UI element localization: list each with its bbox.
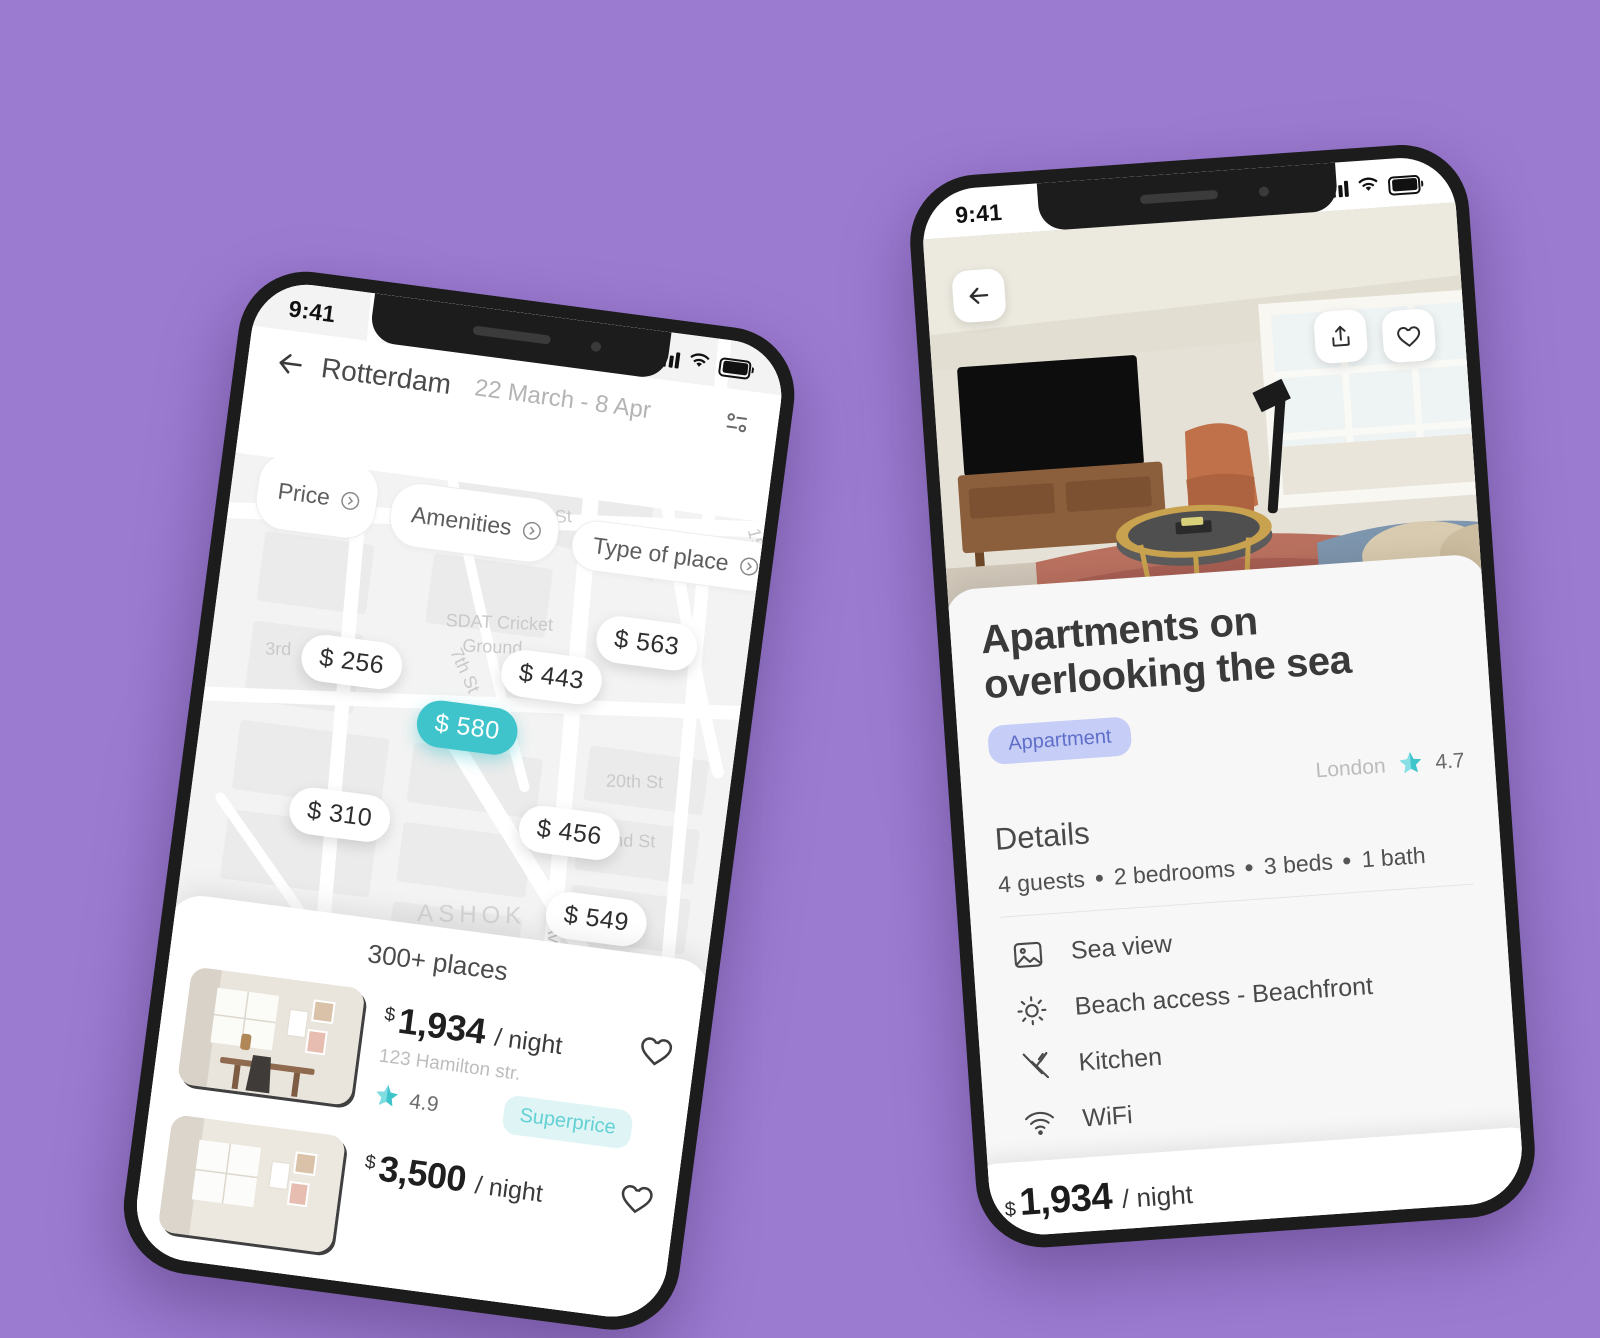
currency-symbol: $	[383, 1003, 397, 1027]
status-icons	[1324, 173, 1421, 202]
map-street-label: 3rd	[265, 638, 292, 660]
wifi-icon	[1357, 176, 1380, 199]
chip-label: Price	[276, 477, 332, 511]
favorite-button[interactable]	[1381, 308, 1437, 364]
map-street-label: 5th Avenue	[747, 657, 769, 748]
amenity-label: Kitchen	[1077, 1042, 1163, 1077]
price-value: 1,934	[1018, 1175, 1114, 1225]
listing-price: $ 3,500 / night	[362, 1146, 598, 1218]
heart-icon[interactable]	[635, 1029, 678, 1072]
currency-symbol: $	[1004, 1198, 1017, 1222]
price-unit: / night	[492, 1023, 565, 1061]
phone-left-map: 13th St 15th St SDAT Cricket Ground 3rd …	[115, 263, 803, 1338]
earpiece-speaker	[472, 325, 551, 345]
price-value: 3,500	[376, 1147, 469, 1200]
left-screen: 13th St 15th St SDAT Cricket Ground 3rd …	[130, 278, 789, 1324]
chevron-right-circle-icon	[520, 518, 545, 543]
sun-icon	[1014, 992, 1050, 1028]
cutlery-icon	[1018, 1048, 1054, 1084]
results-sheet: 300+ places $ 1,934 / night 123 Hamilton…	[130, 891, 714, 1324]
image-icon	[1010, 936, 1046, 972]
listing-thumbnail[interactable]	[176, 966, 366, 1107]
star-icon	[372, 1081, 402, 1115]
property-type-badge: Appartment	[986, 715, 1133, 765]
chevron-right-circle-icon	[338, 488, 363, 513]
detail-sheet: Apartments on overlooking the sea Appart…	[943, 553, 1526, 1239]
meta-guests: 4 guests	[997, 865, 1086, 898]
chip-label: Amenities	[409, 501, 514, 541]
heart-icon[interactable]	[615, 1177, 658, 1220]
chevron-right-circle-icon	[737, 554, 762, 579]
map-street-label: 20th St	[605, 770, 664, 793]
phone-right-details: 1 / 20 Apartments on overlooking the sea…	[905, 140, 1540, 1252]
right-screen: 1 / 20 Apartments on overlooking the sea…	[919, 154, 1526, 1239]
listing-info: $ 3,500 / night	[362, 1140, 599, 1218]
front-camera	[1258, 186, 1270, 197]
earpiece-speaker	[1139, 189, 1218, 205]
star-icon	[1396, 748, 1424, 781]
currency-symbol: $	[363, 1151, 377, 1174]
page-title: Apartments on overlooking the sea	[979, 599, 1353, 708]
arrow-left-icon[interactable]	[272, 345, 310, 383]
meta-separator	[1343, 856, 1351, 865]
status-time: 9:41	[954, 198, 1003, 228]
meta-beds: 3 beds	[1262, 848, 1334, 879]
battery-icon	[1387, 174, 1421, 196]
share-button[interactable]	[1312, 308, 1369, 365]
meta-baths: 1 bath	[1360, 841, 1427, 872]
amenity-label: Sea view	[1069, 929, 1174, 965]
city-label: London	[1314, 754, 1387, 783]
meta-separator	[1245, 863, 1254, 872]
rating-value: 4.7	[1434, 749, 1466, 775]
page-title: Rotterdam	[319, 352, 454, 400]
sliders-icon[interactable]	[720, 406, 754, 440]
chip-label: Type of place	[591, 532, 731, 576]
price-unit: / night	[1120, 1179, 1194, 1214]
meta-bedrooms: 2 bedrooms	[1112, 854, 1236, 890]
rating-value: 4.9	[407, 1089, 440, 1116]
front-camera	[590, 341, 602, 353]
wifi-icon	[1022, 1104, 1058, 1140]
back-button[interactable]	[951, 267, 1007, 324]
date-range: 22 March - 8 Apr	[473, 374, 653, 425]
amenity-label: WiFi	[1081, 1101, 1134, 1133]
listing-thumbnail[interactable]	[157, 1113, 347, 1254]
price-unit: / night	[473, 1171, 545, 1208]
meta-separator	[1095, 874, 1104, 882]
price-value: 1,934	[395, 999, 489, 1052]
